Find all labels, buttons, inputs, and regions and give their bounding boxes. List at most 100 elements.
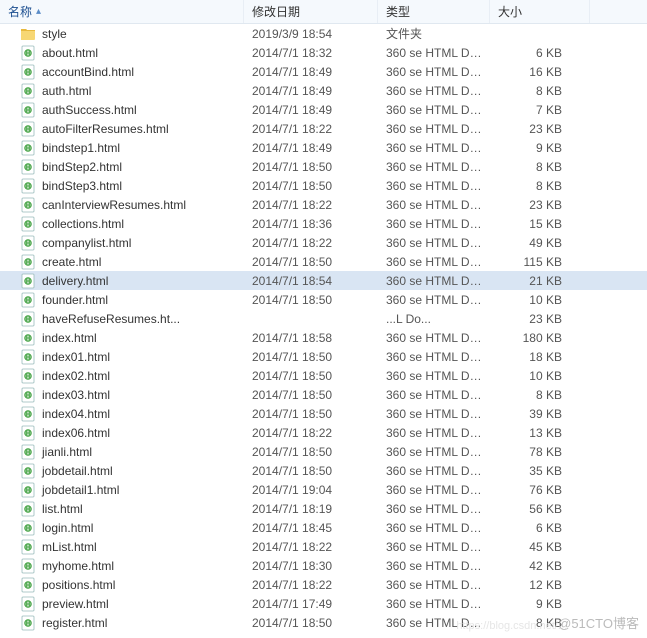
file-row[interactable]: index04.html2014/7/1 18:50360 se HTML Do… (0, 404, 647, 423)
html-file-icon (20, 558, 36, 574)
cell-name: companylist.html (0, 235, 244, 251)
cell-size: 13 KB (490, 426, 590, 440)
cell-size: 45 KB (490, 540, 590, 554)
file-name: companylist.html (42, 236, 131, 250)
file-row[interactable]: companylist.html2014/7/1 18:22360 se HTM… (0, 233, 647, 252)
file-row[interactable]: bindstep1.html2014/7/1 18:49360 se HTML … (0, 138, 647, 157)
cell-date: 2014/7/1 18:50 (244, 255, 378, 269)
file-row[interactable]: style2019/3/9 18:54文件夹 (0, 24, 647, 43)
cell-size: 23 KB (490, 122, 590, 136)
cell-name: accountBind.html (0, 64, 244, 80)
cell-name: create.html (0, 254, 244, 270)
html-file-icon (20, 178, 36, 194)
cell-size: 56 KB (490, 502, 590, 516)
cell-date: 2014/7/1 18:50 (244, 616, 378, 630)
file-row[interactable]: index.html2014/7/1 18:58360 se HTML Do..… (0, 328, 647, 347)
html-file-icon (20, 197, 36, 213)
cell-date: 2019/3/9 18:54 (244, 27, 378, 41)
file-row[interactable]: delivery.html2014/7/1 18:54360 se HTML D… (0, 271, 647, 290)
cell-type: 360 se HTML Do... (378, 597, 490, 611)
file-row[interactable]: autoFilterResumes.html 2014/7/1 18:22360 … (0, 119, 647, 138)
column-header-name-label: 名称 (8, 3, 32, 20)
column-header-type[interactable]: 类型 (378, 0, 490, 23)
file-row[interactable]: authSuccess.html2014/7/1 18:49360 se HTM… (0, 100, 647, 119)
file-row[interactable]: positions.html2014/7/1 18:22360 se HTML … (0, 575, 647, 594)
cell-size: 9 KB (490, 141, 590, 155)
file-row[interactable]: jianli.html2014/7/1 18:50360 se HTML Do.… (0, 442, 647, 461)
file-name: myhome.html (42, 559, 114, 573)
file-name: index04.html (42, 407, 110, 421)
cell-type: 360 se HTML Do... (378, 122, 490, 136)
file-name: list.html (42, 502, 83, 516)
file-row[interactable]: bindStep2.html2014/7/1 18:50360 se HTML … (0, 157, 647, 176)
html-file-icon (20, 444, 36, 460)
cell-type: 360 se HTML Do... (378, 445, 490, 459)
file-name: authSuccess.html (42, 103, 137, 117)
cell-name: bindStep3.html (0, 178, 244, 194)
column-header-size[interactable]: 大小 (490, 0, 590, 23)
cell-type: 360 se HTML Do... (378, 369, 490, 383)
cell-size: 8 KB (490, 388, 590, 402)
cell-name: register.html (0, 615, 244, 631)
cell-type: 360 se HTML Do... (378, 103, 490, 117)
file-row[interactable]: about.html2014/7/1 18:32360 se HTML Do..… (0, 43, 647, 62)
cell-date: 2014/7/1 18:49 (244, 141, 378, 155)
file-name: style (42, 27, 67, 41)
file-row[interactable]: list.html2014/7/1 18:19360 se HTML Do...… (0, 499, 647, 518)
cell-date: 2014/7/1 18:50 (244, 445, 378, 459)
cell-name: canInterviewResumes.html (0, 197, 244, 213)
cell-name: bindstep1.html (0, 140, 244, 156)
file-row[interactable]: jobdetail1.html2014/7/1 19:04360 se HTML… (0, 480, 647, 499)
cell-date: 2014/7/1 18:50 (244, 179, 378, 193)
file-name: autoFilterResumes.html (42, 122, 169, 136)
file-row[interactable]: founder.html2014/7/1 18:50360 se HTML Do… (0, 290, 647, 309)
file-name: jobdetail1.html (42, 483, 119, 497)
file-row[interactable]: preview.html2014/7/1 17:49360 se HTML Do… (0, 594, 647, 613)
file-row[interactable]: index03.html2014/7/1 18:50360 se HTML Do… (0, 385, 647, 404)
file-row[interactable]: register.html2014/7/1 18:50360 se HTML D… (0, 613, 647, 632)
file-name: index.html (42, 331, 97, 345)
cell-name: mList.html (0, 539, 244, 555)
cell-size: 180 KB (490, 331, 590, 345)
file-row[interactable]: haveRefuseResumes.ht......L Do...23 KB (0, 309, 647, 328)
file-row[interactable]: index02.html2014/7/1 18:50360 se HTML Do… (0, 366, 647, 385)
cell-name: index04.html (0, 406, 244, 422)
cell-name: style (0, 26, 244, 42)
file-name: about.html (42, 46, 98, 60)
cell-size: 8 KB (490, 179, 590, 193)
cell-type: 360 se HTML Do... (378, 46, 490, 60)
file-row[interactable]: index01.html2014/7/1 18:50360 se HTML Do… (0, 347, 647, 366)
column-header-name[interactable]: 名称 ▴ (0, 0, 244, 23)
file-row[interactable]: canInterviewResumes.html2014/7/1 18:2236… (0, 195, 647, 214)
cell-name: preview.html (0, 596, 244, 612)
html-file-icon (20, 349, 36, 365)
file-row[interactable]: accountBind.html2014/7/1 18:49360 se HTM… (0, 62, 647, 81)
cell-size: 35 KB (490, 464, 590, 478)
cell-size: 49 KB (490, 236, 590, 250)
html-file-icon (20, 83, 36, 99)
cell-date: 2014/7/1 18:22 (244, 122, 378, 136)
html-file-icon (20, 368, 36, 384)
cell-name: authSuccess.html (0, 102, 244, 118)
file-row[interactable]: index06.html2014/7/1 18:22360 se HTML Do… (0, 423, 647, 442)
column-header-type-label: 类型 (386, 3, 410, 20)
cell-name: myhome.html (0, 558, 244, 574)
file-name: haveRefuseResumes.ht... (42, 312, 180, 326)
cell-date: 2014/7/1 17:49 (244, 597, 378, 611)
file-row[interactable]: bindStep3.html2014/7/1 18:50360 se HTML … (0, 176, 647, 195)
cell-size: 8 KB (490, 84, 590, 98)
column-header-date[interactable]: 修改日期 (244, 0, 378, 23)
file-row[interactable]: mList.html2014/7/1 18:22360 se HTML Do..… (0, 537, 647, 556)
file-row[interactable]: login.html2014/7/1 18:45360 se HTML Do..… (0, 518, 647, 537)
file-row[interactable]: jobdetail.html2014/7/1 18:50360 se HTML … (0, 461, 647, 480)
cell-name: login.html (0, 520, 244, 536)
file-row[interactable]: collections.html2014/7/1 18:36360 se HTM… (0, 214, 647, 233)
cell-type: 360 se HTML Do... (378, 236, 490, 250)
file-row[interactable]: create.html2014/7/1 18:50360 se HTML Do.… (0, 252, 647, 271)
cell-date: 2014/7/1 19:04 (244, 483, 378, 497)
html-file-icon (20, 273, 36, 289)
cell-size: 7 KB (490, 103, 590, 117)
file-row[interactable]: myhome.html2014/7/1 18:30360 se HTML Do.… (0, 556, 647, 575)
cell-type: ...L Do... (378, 312, 490, 326)
file-row[interactable]: auth.html2014/7/1 18:49360 se HTML Do...… (0, 81, 647, 100)
